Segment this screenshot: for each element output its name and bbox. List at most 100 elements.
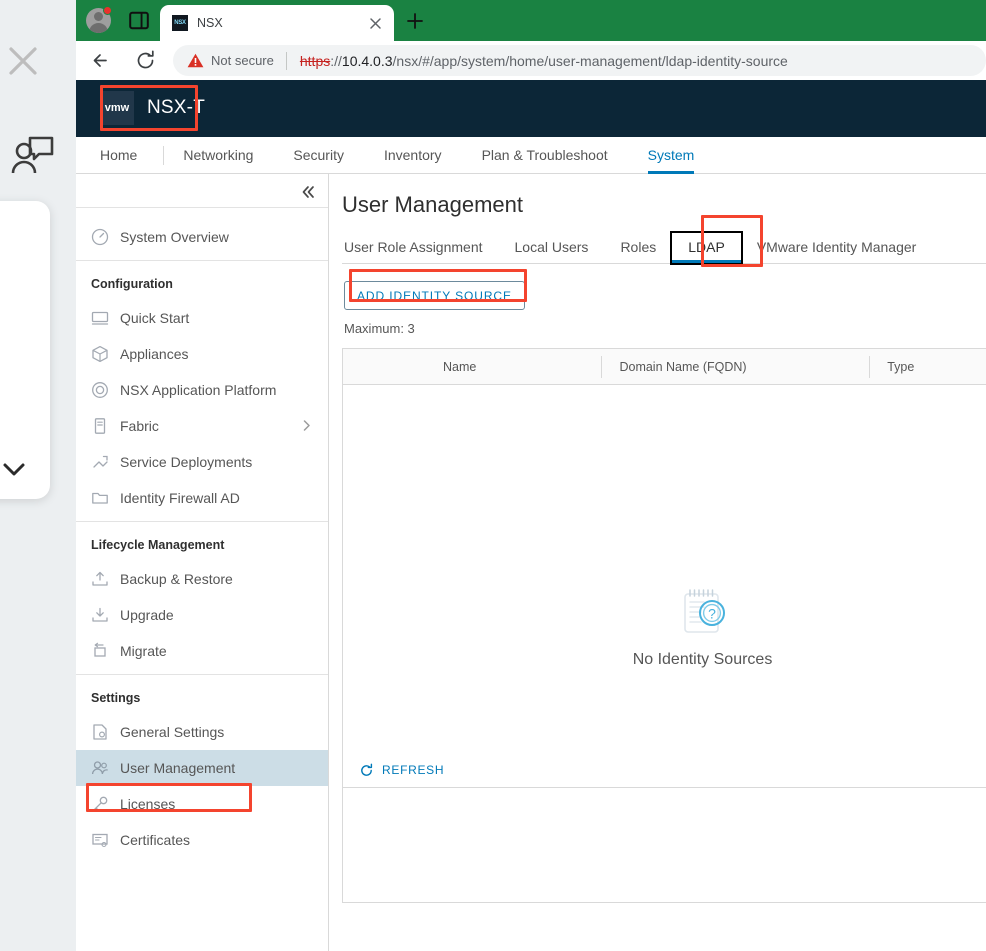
sidebar-item-nsx-application-platform[interactable]: NSX Application Platform [76, 372, 328, 408]
sidebar-item-identity-firewall-ad[interactable]: Identity Firewall AD [76, 480, 328, 516]
column-header-domain-name[interactable]: Domain Name (FQDN) [601, 349, 869, 385]
sidebar-group-heading: Configuration [91, 277, 173, 291]
upgrade-icon [91, 606, 109, 624]
sidebar-item-general-settings[interactable]: General Settings [76, 714, 328, 750]
nav-tab-home[interactable]: Home [76, 137, 163, 173]
cube-icon [91, 345, 109, 363]
notification-dot [103, 6, 112, 15]
chevron-right-icon[interactable] [299, 418, 314, 433]
svg-text:?: ? [708, 606, 716, 622]
no-results-icon: ? [677, 585, 729, 637]
url-text: https://10.4.0.3/nsx/#/app/system/home/u… [300, 53, 788, 69]
table-header-row: Name Domain Name (FQDN) Type [343, 349, 986, 385]
sidebar-item-fabric[interactable]: Fabric [76, 408, 328, 444]
toolbar-row: ADD IDENTITY SOURCE [344, 281, 986, 310]
sidebar-group-configuration: Configuration Quick Start Appliances NSX… [76, 260, 328, 521]
browser-window: NSX NSX Not secure https://10.4.0.3/nsx/… [76, 0, 986, 951]
chevron-down-icon[interactable] [0, 451, 32, 487]
sidebar-item-migrate[interactable]: Migrate [76, 633, 328, 669]
sidebar-item-label: Upgrade [120, 607, 174, 623]
certificate-icon [91, 831, 109, 849]
sidebar-item-certificates[interactable]: Certificates [76, 822, 328, 858]
deployment-icon [91, 453, 109, 471]
tab-local-users[interactable]: Local Users [499, 239, 605, 263]
warning-triangle-icon [187, 53, 204, 68]
sidebar-item-user-management[interactable]: User Management [76, 750, 328, 786]
platform-icon [91, 381, 109, 399]
product-name: NSX-T [147, 97, 205, 118]
tab-favicon: NSX [172, 15, 188, 31]
sidebar-item-label: Fabric [120, 418, 159, 434]
sidebar-item-upgrade[interactable]: Upgrade [76, 597, 328, 633]
key-icon [91, 795, 109, 813]
tab-user-role-assignment[interactable]: User Role Assignment [342, 239, 499, 263]
reload-icon[interactable] [133, 48, 158, 73]
empty-state-message: No Identity Sources [632, 651, 773, 668]
sidebar-item-label: Appliances [120, 346, 189, 362]
browser-tab-strip: NSX NSX [76, 0, 986, 41]
browser-tab[interactable]: NSX NSX [160, 5, 394, 41]
add-identity-source-button[interactable]: ADD IDENTITY SOURCE [344, 281, 525, 310]
sidebar-item-system-overview[interactable]: System Overview [76, 219, 328, 255]
server-icon [91, 417, 109, 435]
sidebar-item-label: Certificates [120, 832, 191, 848]
url-host: 10.4.0.3 [341, 52, 393, 69]
main-content: User Management User Role Assignment Loc… [329, 174, 986, 951]
backup-icon [91, 570, 109, 588]
sidebar-item-label: Quick Start [120, 310, 190, 326]
primary-navigation: Home Networking Security Inventory Plan … [76, 137, 986, 174]
url-scheme: https [299, 52, 331, 69]
sidebar-item-backup-restore[interactable]: Backup & Restore [76, 561, 328, 597]
vmware-logo: vmw [100, 91, 134, 125]
tab-list-icon[interactable] [129, 11, 149, 30]
monitor-icon [91, 309, 109, 327]
tab-ldap[interactable]: LDAP [670, 231, 743, 265]
nav-tab-plan-troubleshoot[interactable]: Plan & Troubleshoot [462, 137, 628, 173]
maximum-label: Maximum: 3 [344, 321, 415, 336]
sidebar-group-heading: Settings [91, 691, 141, 705]
sidebar: System Overview Configuration Quick Star… [76, 174, 329, 951]
table-body: ? No Identity Sources [343, 385, 986, 903]
empty-state: ? No Identity Sources [343, 585, 986, 669]
sidebar-scroll: System Overview Configuration Quick Star… [76, 208, 328, 951]
settings-page-icon [91, 723, 109, 741]
tab-roles[interactable]: Roles [604, 239, 672, 263]
person-chat-icon[interactable] [8, 131, 56, 179]
sidebar-item-label: Identity Firewall AD [120, 490, 240, 506]
nav-tab-security[interactable]: Security [273, 137, 364, 173]
users-icon [91, 759, 109, 777]
nav-tab-system[interactable]: System [628, 137, 715, 174]
new-tab-button[interactable] [404, 10, 426, 32]
content-tabs: User Role Assignment Local Users Roles L… [342, 231, 986, 265]
sidebar-item-label: Service Deployments [120, 454, 253, 470]
sidebar-item-label: User Management [120, 760, 236, 776]
nav-tab-networking[interactable]: Networking [163, 137, 273, 173]
sidebar-group-lifecycle-management: Lifecycle Management Backup & Restore Up… [76, 521, 328, 674]
nsx-application: vmw NSX-T Home Networking Security Inven… [76, 80, 986, 951]
security-status-label: Not secure [211, 53, 274, 68]
close-icon[interactable] [367, 15, 384, 32]
sidebar-item-label: System Overview [120, 229, 229, 245]
nsx-t-logo[interactable]: vmw NSX-T [100, 91, 205, 125]
app-header: vmw NSX-T [76, 80, 986, 137]
tab-title: NSX [197, 16, 223, 30]
refresh-button[interactable]: REFRESH [359, 763, 444, 778]
sidebar-collapse-row [76, 174, 328, 208]
column-header-name[interactable]: Name [343, 349, 601, 385]
sidebar-item-licenses[interactable]: Licenses [76, 786, 328, 822]
close-icon[interactable] [0, 38, 46, 84]
double-chevron-left-icon[interactable] [296, 181, 318, 203]
sidebar-item-service-deployments[interactable]: Service Deployments [76, 444, 328, 480]
sidebar-item-appliances[interactable]: Appliances [76, 336, 328, 372]
refresh-label: REFRESH [382, 763, 445, 777]
back-arrow-icon[interactable] [89, 48, 114, 73]
nav-tab-inventory[interactable]: Inventory [364, 137, 462, 173]
sidebar-item-label: Licenses [120, 796, 176, 812]
sidebar-item-quick-start[interactable]: Quick Start [76, 300, 328, 336]
sidebar-group-heading: Lifecycle Management [91, 538, 225, 552]
address-bar[interactable]: Not secure https://10.4.0.3/nsx/#/app/sy… [173, 45, 986, 76]
tab-vmware-identity-manager[interactable]: VMware Identity Manager [741, 239, 933, 263]
refresh-icon [359, 763, 374, 778]
column-header-type[interactable]: Type [869, 349, 986, 385]
left-overlay-panel [0, 0, 76, 951]
